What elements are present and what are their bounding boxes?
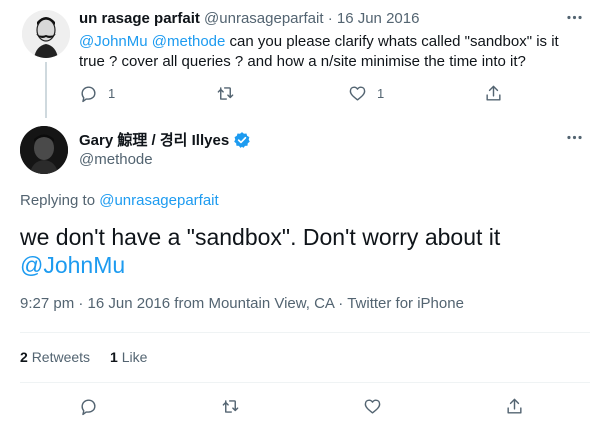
retweets-stat[interactable]: 2 Retweets [20,349,90,365]
divider-bottom [20,382,590,383]
parent-avatar[interactable] [22,10,70,58]
more-icon [567,135,582,140]
replying-handle[interactable]: @unrasageparfait [99,192,218,209]
reply-icon [79,397,98,416]
main-mention-johnmu[interactable]: @JohnMu [20,251,590,279]
main-display-name-row: Gary 鯨理 / 경리 Illyes [79,129,251,150]
replying-to: Replying to @unrasageparfait [20,192,219,209]
parent-date[interactable]: 16 Jun 2016 [337,10,420,27]
parent-mention-methode[interactable]: @methode [152,33,226,50]
share-icon [505,397,524,416]
parent-display-name[interactable]: un rasage parfait [79,10,200,27]
main-retweet-button[interactable] [221,397,240,416]
tweet-source[interactable]: Twitter for iPhone [347,295,464,312]
share-icon [484,84,503,103]
avatar-portrait [20,126,68,174]
parent-more-button[interactable] [565,8,584,27]
parent-like-count: 1 [377,86,385,101]
more-icon [567,15,582,20]
avatar-mustache-portrait [22,10,70,58]
retweets-label: Retweets [31,349,91,365]
meta-separator-1: · [78,295,84,312]
parent-reply-count: 1 [108,86,116,101]
tweet-location[interactable]: from Mountain View, CA [174,295,334,312]
main-more-button[interactable] [565,128,584,147]
parent-separator: · [327,10,333,27]
retweet-icon [216,84,235,103]
tweet-meta: 9:27 pm · 16 Jun 2016 from Mountain View… [20,295,464,312]
engagement-stats: 2 Retweets 1 Like [20,349,147,365]
tweet-date[interactable]: 16 Jun 2016 [88,295,171,312]
parent-retweet-button[interactable] [216,84,245,103]
parent-tweet-text: @JohnMu @methode can you please clarify … [79,32,559,72]
main-like-button[interactable] [363,397,382,416]
like-icon [363,397,382,416]
parent-handle[interactable]: @unrasageparfait [204,10,323,27]
main-tweet-text: we don't have a "sandbox". Don't worry a… [20,223,590,279]
retweet-icon [221,397,240,416]
parent-reply-button[interactable]: 1 [79,84,115,103]
parent-tweet-header: un rasage parfait @unrasageparfait · 16 … [79,10,419,27]
main-tweet-body: we don't have a "sandbox". Don't worry a… [20,224,501,250]
parent-share-button[interactable] [484,84,503,103]
likes-stat[interactable]: 1 Like [110,349,147,365]
parent-mention-johnmu[interactable]: @JohnMu [79,33,148,50]
like-icon [348,84,367,103]
divider-top [20,332,590,333]
likes-label: Like [121,349,148,365]
thread-connector-line [45,62,47,118]
main-share-button[interactable] [505,397,524,416]
reply-icon [79,84,98,103]
meta-separator-2: · [338,295,344,312]
main-reply-button[interactable] [79,397,98,416]
main-handle[interactable]: @methode [79,151,153,168]
retweets-count: 2 [20,349,28,365]
replying-label: Replying to [20,192,96,209]
likes-count: 1 [110,349,118,365]
tweet-time[interactable]: 9:27 pm [20,295,74,312]
parent-like-button[interactable]: 1 [348,84,384,103]
verified-badge-icon [233,131,251,149]
main-avatar[interactable] [20,126,68,174]
main-display-name[interactable]: Gary 鯨理 / 경리 Illyes [79,129,229,150]
